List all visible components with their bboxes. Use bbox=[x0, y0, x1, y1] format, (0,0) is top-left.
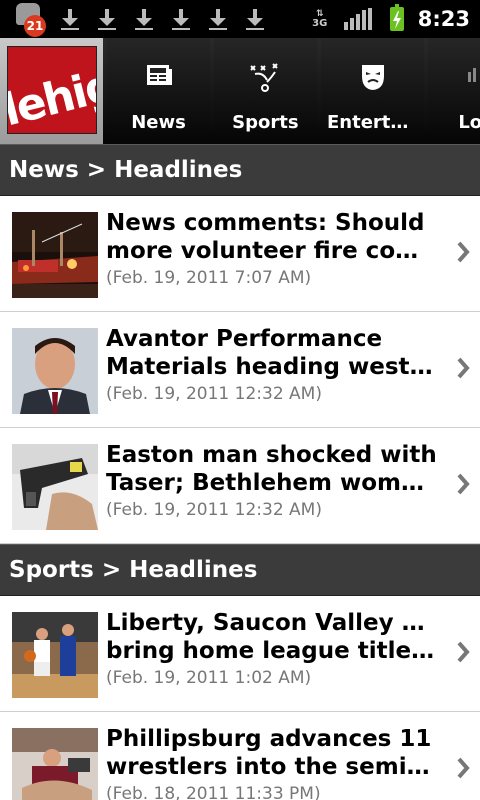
network-type: 3G bbox=[312, 18, 328, 29]
list-item[interactable]: Avantor Performance Materials heading we… bbox=[0, 312, 480, 428]
chevron-right-icon bbox=[456, 640, 470, 668]
chevron-right-icon bbox=[456, 240, 470, 268]
download-icon bbox=[96, 7, 118, 31]
network-3g-icon: ⇅ 3G bbox=[310, 9, 330, 29]
download-icon bbox=[170, 7, 192, 31]
list-item[interactable]: Easton man shocked with Taser; Bethlehem… bbox=[0, 428, 480, 544]
chevron-right-icon bbox=[456, 472, 470, 500]
section-header-news[interactable]: News > Headlines bbox=[0, 144, 480, 196]
download-icon bbox=[59, 7, 81, 31]
timestamp: (Feb. 19, 2011 7:07 AM) bbox=[106, 268, 312, 288]
section-header-sports[interactable]: Sports > Headlines bbox=[0, 544, 480, 596]
man-portrait-photo bbox=[12, 328, 98, 414]
headline: News comments: Should more volunteer fir… bbox=[106, 210, 438, 264]
headline: Liberty, Saucon Valley boys bring home l… bbox=[106, 610, 438, 664]
taser-photo bbox=[12, 444, 98, 530]
download-icon bbox=[244, 7, 266, 31]
timestamp: (Feb. 19, 2011 1:02 AM) bbox=[106, 668, 312, 688]
tab-entertainment[interactable]: Entertai… bbox=[321, 38, 425, 144]
newspaper-icon bbox=[145, 62, 173, 92]
list-item[interactable]: Liberty, Saucon Valley boys bring home l… bbox=[0, 596, 480, 712]
lehigh-logo: lehigh bbox=[7, 46, 97, 134]
headline: Phillipsburg advances 11 wrestlers into … bbox=[106, 726, 438, 780]
chevron-right-icon bbox=[456, 756, 470, 784]
chevron-right-icon bbox=[456, 356, 470, 384]
fire-scene-photo bbox=[12, 212, 98, 298]
status-bar: 21 ⇅ 3G 8:23 bbox=[0, 0, 480, 38]
clock: 8:23 bbox=[417, 7, 470, 31]
local-icon bbox=[466, 62, 478, 90]
tab-local[interactable]: Lo bbox=[428, 38, 480, 144]
tab-home-logo[interactable]: lehigh bbox=[0, 38, 104, 144]
signal-icon bbox=[343, 8, 374, 30]
timestamp: (Feb. 18, 2011 11:33 PM) bbox=[106, 784, 321, 800]
tab-sports[interactable]: Sports bbox=[213, 38, 317, 144]
tab-bar: lehigh News Sports Entertai… Lo bbox=[0, 38, 480, 144]
list-item[interactable]: News comments: Should more volunteer fir… bbox=[0, 196, 480, 312]
headline: Avantor Performance Materials heading we… bbox=[106, 326, 438, 380]
timestamp: (Feb. 19, 2011 12:32 AM) bbox=[106, 384, 322, 404]
tab-label: Sports bbox=[232, 112, 299, 133]
headline: Easton man shocked with Taser; Bethlehem… bbox=[106, 442, 438, 496]
tab-label: Entertai… bbox=[327, 112, 425, 133]
tab-label: Lo bbox=[458, 112, 480, 133]
playbook-icon bbox=[249, 62, 281, 98]
tab-label: News bbox=[131, 112, 186, 133]
download-icon bbox=[207, 7, 229, 31]
timestamp: (Feb. 19, 2011 12:32 AM) bbox=[106, 500, 322, 520]
logo-text: lehigh bbox=[7, 52, 97, 134]
battery-charging-icon bbox=[389, 4, 404, 31]
notification-count: 21 bbox=[24, 15, 46, 37]
notification-icon[interactable]: 21 bbox=[14, 3, 46, 37]
wrestling-photo bbox=[12, 728, 98, 800]
list-item[interactable]: Phillipsburg advances 11 wrestlers into … bbox=[0, 712, 480, 800]
download-icon bbox=[133, 7, 155, 31]
basketball-photo bbox=[12, 612, 98, 698]
theater-masks-icon bbox=[359, 62, 387, 96]
tab-news[interactable]: News bbox=[107, 38, 210, 144]
